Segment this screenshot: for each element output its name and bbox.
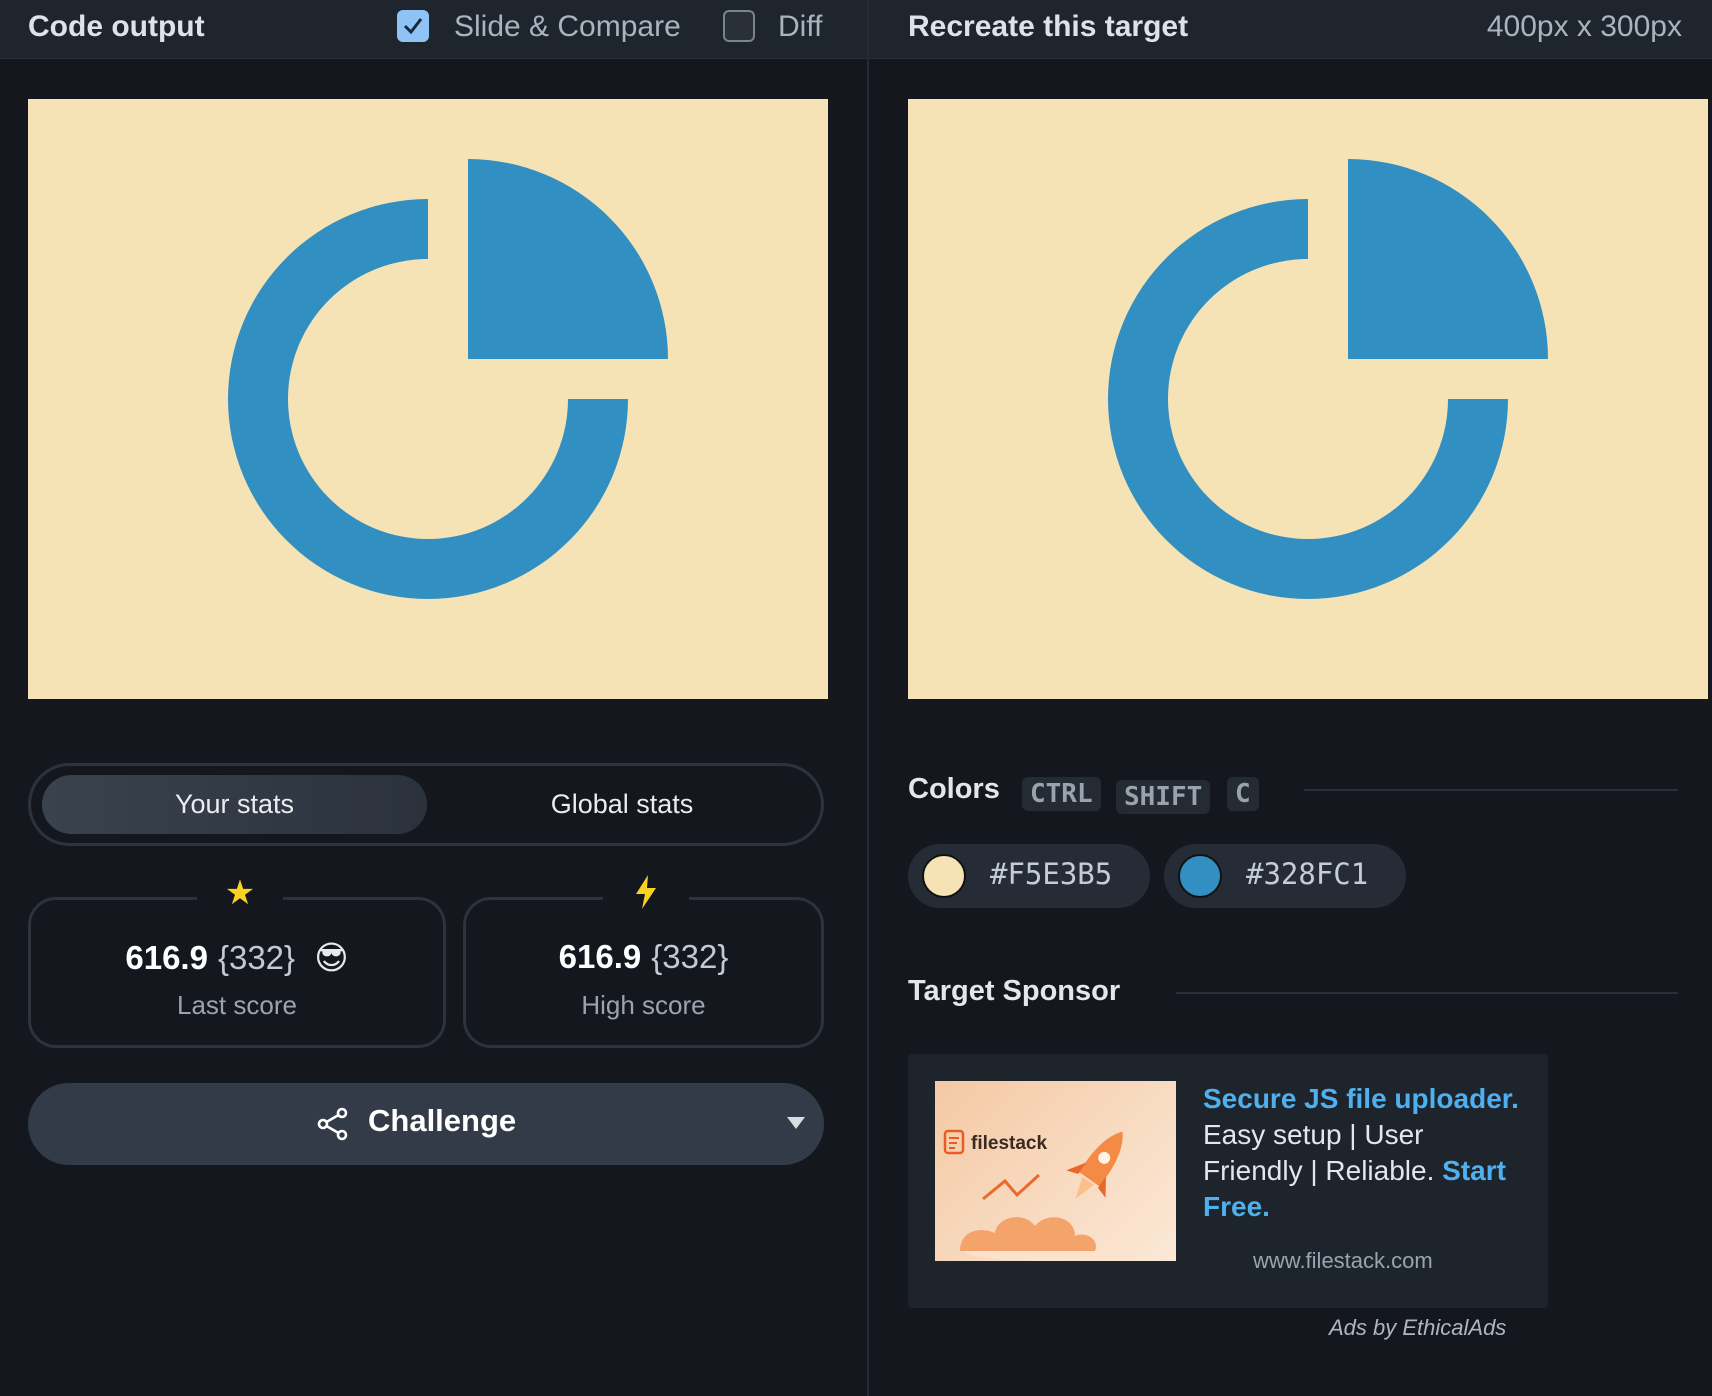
ads-attribution[interactable]: Ads by EthicalAds	[1329, 1315, 1506, 1341]
color-hex: #328FC1	[1246, 857, 1369, 891]
target-header: Recreate this target 400px x 300px	[869, 0, 1712, 59]
share-icon	[317, 1107, 348, 1141]
diff-label[interactable]: Diff	[778, 10, 822, 44]
sponsor-rule	[1176, 992, 1678, 994]
shortcut-key-shift: SHIFT	[1116, 780, 1211, 814]
color-swatch-blue[interactable]: #328FC1	[1164, 844, 1406, 908]
sponsor-ad[interactable]: filestack Secure JS file uploader. Easy …	[908, 1054, 1548, 1308]
shortcut-key-c: C	[1227, 777, 1259, 811]
sponsor-ad-text[interactable]: Secure JS file uploader. Easy setup | Us…	[1203, 1081, 1523, 1225]
high-score-value: 616.9	[558, 938, 642, 975]
last-score-label: Last score	[177, 990, 297, 1020]
slide-compare-label[interactable]: Slide & Compare	[454, 10, 681, 44]
code-output-panel: Code output Slide & Compare Diff Your st…	[0, 0, 867, 1396]
target-canvas	[908, 99, 1708, 699]
code-output-header: Code output Slide & Compare Diff	[0, 0, 867, 59]
check-icon	[403, 18, 423, 35]
last-score-count: {332}	[217, 939, 296, 976]
colors-rule	[1304, 789, 1678, 791]
challenge-label: Challenge	[368, 1103, 517, 1138]
rocket-illustration: filestack	[943, 1129, 1125, 1261]
ad-headline[interactable]: Secure JS file uploader.	[1203, 1083, 1519, 1114]
color-dot	[922, 854, 966, 898]
high-score-label: High score	[581, 990, 706, 1020]
code-output-canvas[interactable]	[28, 99, 828, 699]
sponsor-title: Target Sponsor	[908, 975, 1121, 1007]
stats-toggle: Your stats Global stats	[28, 763, 824, 846]
color-hex: #F5E3B5	[990, 857, 1113, 891]
color-swatch-cream[interactable]: #F5E3B5	[908, 844, 1150, 908]
high-score-card: 616.9 {332} High score	[463, 875, 824, 1048]
high-score-count: {332}	[651, 938, 729, 975]
star-icon: ★	[224, 874, 256, 912]
slide-compare-checkbox[interactable]	[397, 10, 429, 42]
target-title: Recreate this target	[908, 10, 1189, 43]
target-panel: Recreate this target 400px x 300px Color…	[869, 0, 1712, 1396]
dropdown-caret-icon[interactable]	[786, 1116, 806, 1130]
last-score-value: 616.9	[125, 939, 208, 976]
panel-title: Code output	[28, 10, 205, 43]
lightning-icon	[626, 874, 666, 918]
shortcut-key-ctrl: CTRL	[1022, 777, 1101, 811]
tab-global-stats[interactable]: Global stats	[429, 775, 815, 834]
colors-title: Colors	[908, 773, 1000, 805]
ad-url[interactable]: www.filestack.com	[1253, 1248, 1433, 1274]
sponsor-ad-image[interactable]: filestack	[935, 1081, 1176, 1261]
challenge-button[interactable]: Challenge	[28, 1083, 824, 1165]
target-dimensions: 400px x 300px	[1486, 10, 1682, 43]
tab-your-stats[interactable]: Your stats	[42, 775, 427, 834]
filestack-logo-text: filestack	[971, 1133, 1047, 1154]
last-score-card: ★ 616.9 {332} 😎 Last score	[28, 874, 446, 1048]
target-shape	[1108, 159, 1548, 599]
diff-checkbox[interactable]	[723, 10, 755, 42]
sunglasses-emoji-icon: 😎	[314, 939, 349, 976]
ad-body: Easy setup | User Friendly | Reliable.	[1203, 1119, 1435, 1186]
color-dot	[1178, 854, 1222, 898]
output-shape	[228, 159, 668, 599]
